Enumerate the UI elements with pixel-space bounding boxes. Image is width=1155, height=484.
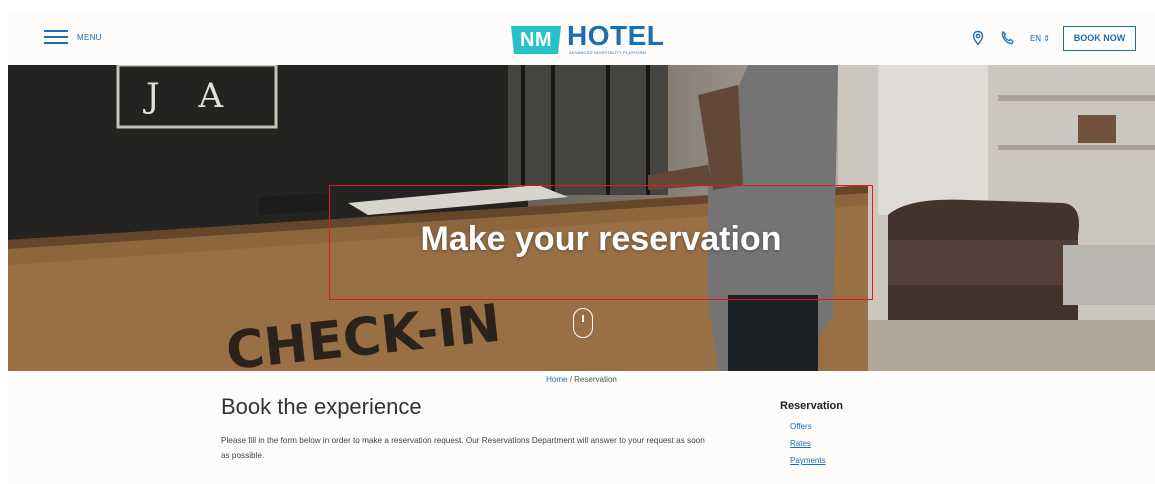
language-code[interactable]: EN: [1030, 34, 1041, 43]
top-margin: [0, 0, 1155, 12]
sidebar-link-rates[interactable]: Rates: [790, 439, 843, 448]
wall-letters-text: J A: [143, 76, 237, 116]
scroll-mouse-icon[interactable]: [573, 308, 593, 338]
hero-banner: CHECK-IN J A Make your reservation: [8, 65, 1155, 371]
breadcrumb: Home / Reservation: [8, 375, 1155, 384]
header-actions: EN ⇕ BOOK NOW: [970, 25, 1136, 51]
hero-title: Make your reservation: [420, 220, 782, 258]
page-description: Please fill in the form below in order t…: [221, 436, 705, 460]
hotel-logo[interactable]: NM HOTEL ADVANCED HOSPITALITY PLATFORM: [511, 22, 664, 56]
sidebar-nav: Reservation Offers Rates Payments: [780, 400, 843, 473]
menu-label[interactable]: MENU: [77, 33, 102, 42]
sidebar-title: Reservation: [780, 400, 843, 412]
sidebar-link-offers[interactable]: Offers: [790, 422, 843, 431]
chevron-updown-icon[interactable]: ⇕: [1043, 34, 1050, 43]
menu-button[interactable]: MENU: [44, 30, 102, 44]
page: MENU NM HOTEL ADVANCED HOSPITALITY PLATF…: [8, 12, 1155, 484]
breadcrumb-home-link[interactable]: Home: [546, 375, 567, 384]
language-selector[interactable]: EN ⇕: [1030, 34, 1050, 43]
hamburger-icon[interactable]: [44, 30, 68, 44]
logo-tagline: ADVANCED HOSPITALITY PLATFORM: [569, 50, 647, 55]
logo-name: HOTEL: [567, 20, 665, 51]
map-pin-icon[interactable]: [970, 30, 986, 46]
phone-icon[interactable]: [1000, 30, 1016, 46]
sidebar-link-payments[interactable]: Payments: [790, 456, 843, 465]
hero-title-highlight: Make your reservation: [329, 185, 873, 300]
site-header: MENU NM HOTEL ADVANCED HOSPITALITY PLATF…: [8, 12, 1155, 65]
book-now-button[interactable]: BOOK NOW: [1063, 25, 1136, 51]
page-title: Book the experience: [221, 394, 422, 419]
logo-badge: NM: [511, 26, 561, 54]
breadcrumb-current: Reservation: [574, 375, 617, 384]
